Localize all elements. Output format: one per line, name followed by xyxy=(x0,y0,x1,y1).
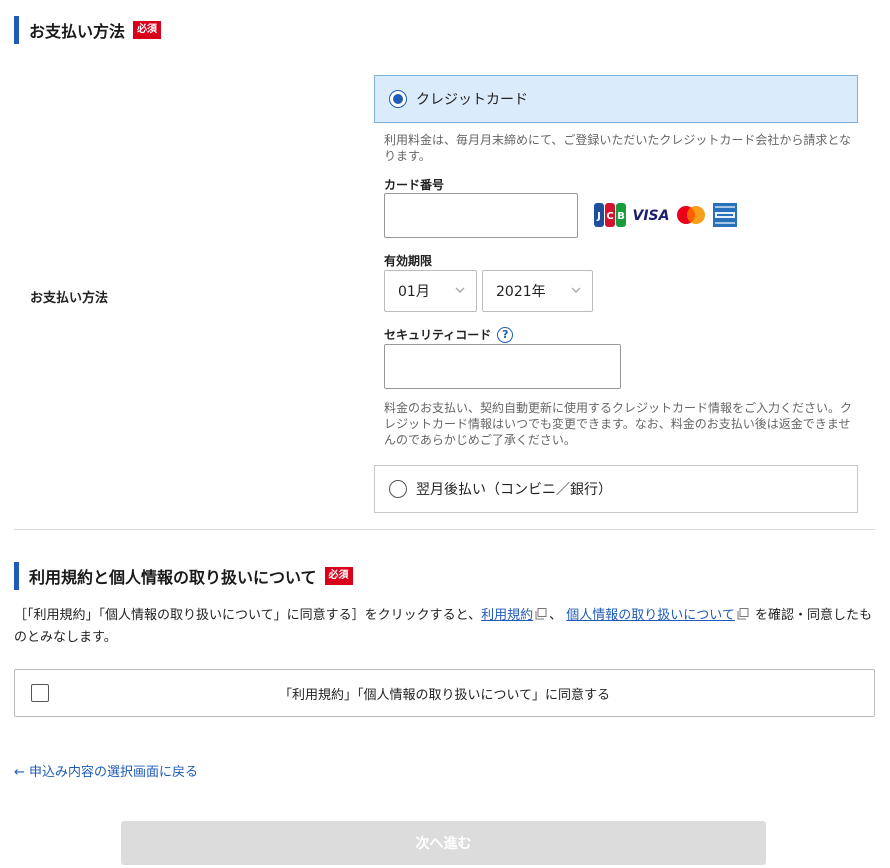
credit-card-option[interactable]: クレジットカード xyxy=(374,75,858,123)
section-accent-bar xyxy=(14,562,19,590)
security-code-label: セキュリティコード xyxy=(384,328,492,342)
link-separator: 、 xyxy=(549,608,563,623)
agree-checkbox[interactable] xyxy=(31,684,49,702)
svg-text:VISA: VISA xyxy=(633,208,670,224)
svg-text:C: C xyxy=(606,211,613,222)
next-button[interactable]: 次へ進む xyxy=(121,821,766,865)
terms-section-title: 利用規約と個人情報の取り扱いについて xyxy=(29,568,317,587)
section-divider xyxy=(14,529,875,530)
deferred-payment-radio[interactable] xyxy=(389,480,407,498)
external-link-icon xyxy=(535,608,547,620)
amex-icon xyxy=(713,203,737,227)
card-number-input[interactable] xyxy=(384,193,578,238)
required-badge: 必須 xyxy=(133,21,162,39)
terms-section-header: 利用規約と個人情報の取り扱いについて 必須 xyxy=(14,562,353,590)
agree-label: 「利用規約」「個人情報の取り扱いについて」に同意する xyxy=(278,687,611,703)
back-link[interactable]: ← 申込み内容の選択画面に戻る xyxy=(14,761,198,780)
svg-text:B: B xyxy=(617,211,625,222)
svg-text:J: J xyxy=(596,211,601,222)
card-usage-note: 料金のお支払い、契約自動更新に使用するクレジットカード情報をご入力ください。クレ… xyxy=(384,401,853,447)
expiry-label: 有効期限 xyxy=(384,254,433,268)
security-code-label-row: セキュリティコード ? xyxy=(384,326,514,343)
chevron-down-icon xyxy=(455,287,465,293)
mastercard-icon xyxy=(677,206,705,224)
external-link-icon xyxy=(737,608,749,620)
payment-section-title: お支払い方法 xyxy=(29,22,126,41)
credit-card-option-label: クレジットカード xyxy=(416,92,528,108)
expiry-month-select[interactable]: 01月 xyxy=(384,270,477,312)
expiry-year-select[interactable]: 2021年 xyxy=(482,270,593,312)
card-brand-logos: J C B VISA xyxy=(594,203,738,227)
security-code-input[interactable] xyxy=(384,344,621,389)
privacy-link[interactable]: 個人情報の取り扱いについて xyxy=(566,608,735,623)
jcb-icon: J C B xyxy=(594,203,626,227)
visa-icon: VISA xyxy=(633,208,670,224)
consent-text: ［「利用規約」「個人情報の取り扱いについて」に同意する］をクリックすると、利用規… xyxy=(14,605,876,649)
card-number-label: カード番号 xyxy=(384,178,445,192)
required-badge: 必須 xyxy=(324,567,353,585)
credit-card-radio[interactable] xyxy=(389,90,407,108)
agree-terms-option[interactable]: 「利用規約」「個人情報の取り扱いについて」に同意する xyxy=(14,669,875,717)
deferred-payment-label: 翌月後払い（コンビニ／銀行） xyxy=(416,482,612,498)
section-accent-bar xyxy=(14,16,19,44)
expiry-year-value: 2021年 xyxy=(496,284,546,300)
consent-text-before: ［「利用規約」「個人情報の取り扱いについて」に同意する］をクリックすると、 xyxy=(14,608,482,623)
billing-note: 利用料金は、毎月月末締めにて、ご登録いただいたクレジットカード会社から請求となり… xyxy=(384,133,852,163)
help-icon[interactable]: ? xyxy=(497,326,514,343)
payment-row-label: お支払い方法 xyxy=(30,291,109,306)
expiry-month-value: 01月 xyxy=(398,284,430,300)
terms-link[interactable]: 利用規約 xyxy=(481,608,533,623)
payment-section-header: お支払い方法 必須 xyxy=(14,16,162,44)
chevron-down-icon xyxy=(571,287,581,293)
deferred-payment-option[interactable]: 翌月後払い（コンビニ／銀行） xyxy=(374,465,858,513)
